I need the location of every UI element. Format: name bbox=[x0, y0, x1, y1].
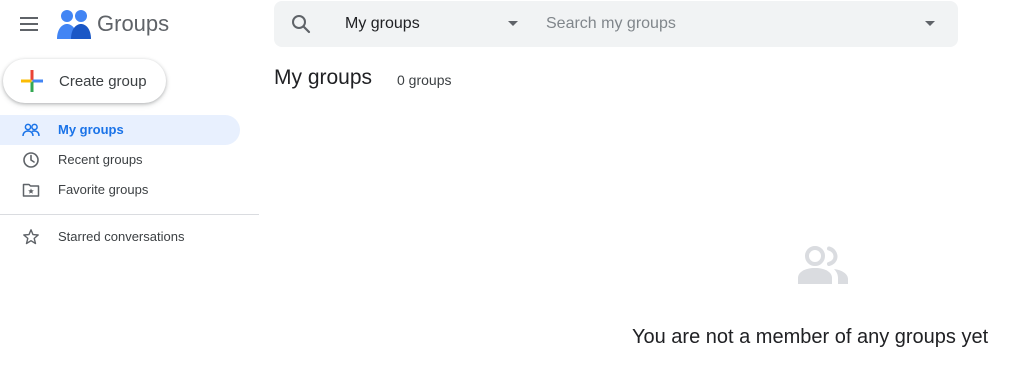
chevron-down-icon bbox=[508, 21, 518, 26]
hamburger-menu-icon[interactable] bbox=[18, 14, 40, 34]
empty-state-message: You are not a member of any groups yet bbox=[632, 326, 989, 348]
sidebar-item-label: Recent groups bbox=[58, 152, 143, 167]
star-outline-icon bbox=[22, 228, 40, 246]
groups-logo-icon[interactable] bbox=[56, 8, 92, 40]
app-title[interactable]: Groups bbox=[97, 11, 169, 37]
search-options-chevron-down-icon[interactable] bbox=[925, 21, 935, 26]
search-input[interactable] bbox=[546, 9, 906, 39]
sidebar-item-starred-conversations[interactable]: Starred conversations bbox=[0, 222, 240, 252]
sidebar-item-label: Starred conversations bbox=[58, 229, 185, 244]
star-folder-icon bbox=[22, 181, 40, 199]
search-icon[interactable] bbox=[290, 13, 312, 35]
sidebar-item-label: Favorite groups bbox=[58, 182, 149, 197]
sidebar-item-favorite-groups[interactable]: Favorite groups bbox=[0, 175, 240, 205]
people-icon bbox=[22, 121, 40, 139]
page-title: My groups bbox=[274, 66, 373, 89]
sidebar-divider bbox=[0, 214, 259, 215]
sidebar-item-my-groups[interactable]: My groups bbox=[0, 115, 240, 145]
search-scope-value: My groups bbox=[345, 15, 420, 32]
clock-icon bbox=[22, 151, 40, 169]
search-scope-select[interactable]: My groups bbox=[345, 9, 525, 39]
sidebar-item-label: My groups bbox=[58, 122, 124, 137]
group-count: 0 groups bbox=[397, 72, 452, 88]
create-group-button[interactable]: Create group bbox=[3, 59, 166, 103]
people-icon bbox=[796, 245, 850, 285]
sidebar-item-recent-groups[interactable]: Recent groups bbox=[0, 145, 240, 175]
plus-icon bbox=[20, 69, 44, 93]
create-group-label: Create group bbox=[59, 73, 147, 90]
